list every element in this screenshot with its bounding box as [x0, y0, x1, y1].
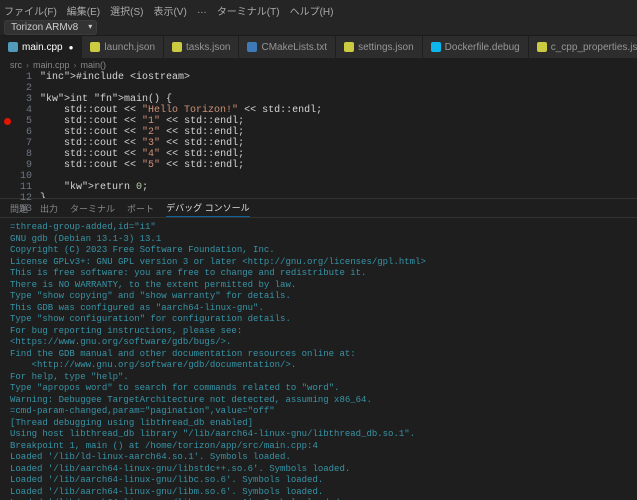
console-line: License GPLv3+: GNU GPL version 3 or lat… — [10, 257, 627, 269]
chevron-right-icon: › — [74, 60, 77, 70]
tab-launch-json[interactable]: launch.json — [82, 36, 164, 58]
tab-label: tasks.json — [186, 42, 230, 53]
code-line[interactable]: std::cout << "4" << std::endl; — [40, 149, 637, 160]
breadcrumb: src › main.cpp › main() — [0, 58, 637, 72]
panel-tab-4[interactable]: デバッグ コンソール — [166, 201, 250, 217]
code-line[interactable]: std::cout << "2" << std::endl; — [40, 127, 637, 138]
breadcrumb-segment[interactable]: src — [10, 60, 22, 70]
json-file-icon — [344, 42, 354, 52]
tab-main-cpp[interactable]: main.cpp ● — [0, 36, 82, 58]
line-number[interactable]: 13 — [0, 204, 32, 215]
console-line: Warning: Debuggee TargetArchitecture not… — [10, 395, 627, 407]
tab-label: Dockerfile.debug — [445, 42, 520, 53]
console-line: <http://www.gnu.org/software/gdb/documen… — [10, 360, 627, 372]
gutter: 12345678910111213 — [0, 72, 40, 198]
console-line: Type "apropos word" to search for comman… — [10, 383, 627, 395]
console-line: Find the GDB manual and other documentat… — [10, 349, 627, 361]
code-line[interactable] — [40, 83, 637, 94]
line-number[interactable]: 3 — [0, 94, 32, 105]
menu-item[interactable]: 編集(E) — [67, 3, 100, 18]
menu-item[interactable]: … — [197, 5, 207, 16]
debug-console[interactable]: =thread-group-added,id="i1"GNU gdb (Debi… — [0, 218, 637, 500]
breadcrumb-segment[interactable]: main.cpp — [33, 60, 70, 70]
chevron-right-icon: › — [26, 60, 29, 70]
tab-label: settings.json — [358, 42, 414, 53]
line-number[interactable]: 9 — [0, 160, 32, 171]
breakpoint-icon[interactable] — [4, 118, 11, 125]
menu-item[interactable]: ターミナル(T) — [217, 3, 280, 18]
code-line[interactable]: "kw">int "fn">main() { — [40, 94, 637, 105]
console-line: This GDB was configured as "aarch64-linu… — [10, 303, 627, 315]
panel-tab-1[interactable]: 出力 — [40, 202, 58, 217]
console-line: =thread-group-added,id="i1" — [10, 222, 627, 234]
cmake-file-icon — [247, 42, 257, 52]
console-line: For help, type "help". — [10, 372, 627, 384]
line-number[interactable]: 11 — [0, 182, 32, 193]
console-line: There is NO WARRANTY, to the extent perm… — [10, 280, 627, 292]
code-line[interactable]: std::cout << "Hello Torizon!" << std::en… — [40, 105, 637, 116]
panel-tab-2[interactable]: ターミナル — [70, 202, 115, 217]
console-line: Breakpoint 1, main () at /home/torizon/a… — [10, 441, 627, 453]
console-line: This is free software: you are free to c… — [10, 268, 627, 280]
console-line: Loaded '/lib/aarch64-linux-gnu/libstdc++… — [10, 464, 627, 476]
json-file-icon — [172, 42, 182, 52]
code-line[interactable]: "inc">#include <iostream> — [40, 72, 637, 83]
console-line: Loaded '/lib/aarch64-linux-gnu/libm.so.6… — [10, 487, 627, 499]
console-line: <https://www.gnu.org/software/gdb/bugs/>… — [10, 337, 627, 349]
breadcrumb-segment[interactable]: main() — [81, 60, 107, 70]
console-line: [Thread debugging using libthread_db ena… — [10, 418, 627, 430]
tab-CMakeLists-txt[interactable]: CMakeLists.txt — [239, 36, 336, 58]
console-line: GNU gdb (Debian 13.1-3) 13.1 — [10, 234, 627, 246]
tab-label: main.cpp — [22, 42, 63, 53]
tab-Dockerfile-debug[interactable]: Dockerfile.debug — [423, 36, 529, 58]
line-number[interactable]: 4 — [0, 105, 32, 116]
code-body[interactable]: "inc">#include <iostream> "kw">int "fn">m… — [40, 72, 637, 198]
tab-tasks-json[interactable]: tasks.json — [164, 36, 239, 58]
tab-label: CMakeLists.txt — [261, 42, 327, 53]
code-line[interactable]: std::cout << "3" << std::endl; — [40, 138, 637, 149]
line-number[interactable]: 2 — [0, 83, 32, 94]
line-number[interactable]: 7 — [0, 138, 32, 149]
line-number[interactable]: 1 — [0, 72, 32, 83]
panel-tab-3[interactable]: ポート — [127, 202, 154, 217]
line-number[interactable]: 8 — [0, 149, 32, 160]
menu-item[interactable]: ファイル(F) — [4, 3, 57, 18]
code-line[interactable]: "kw">return 0; — [40, 182, 637, 193]
panel-tabs: 問題出力ターミナルポートデバッグ コンソール — [0, 198, 637, 218]
code-line[interactable] — [40, 171, 637, 182]
tab-label: c_cpp_properties.json — [551, 42, 637, 53]
device-label: Torizon ARMv8 — [11, 22, 78, 33]
line-number[interactable]: 6 — [0, 127, 32, 138]
dirty-dot-icon: ● — [69, 43, 74, 52]
console-line: Type "show copying" and "show warranty" … — [10, 291, 627, 303]
console-line: Loaded '/lib/ld-linux-aarch64.so.1'. Sym… — [10, 452, 627, 464]
json-file-icon — [537, 42, 547, 52]
json-file-icon — [90, 42, 100, 52]
console-line: For bug reporting instructions, please s… — [10, 326, 627, 338]
tab-label: launch.json — [104, 42, 155, 53]
console-line: Copyright (C) 2023 Free Software Foundat… — [10, 245, 627, 257]
menu-bar: ファイル(F) 編集(E) 選択(S) 表示(V) … ターミナル(T) ヘルプ(H) — [0, 0, 637, 20]
line-number[interactable]: 12 — [0, 193, 32, 204]
code-line[interactable]: std::cout << "1" << std::endl; — [40, 116, 637, 127]
menu-item[interactable]: 表示(V) — [153, 3, 186, 18]
docker-file-icon — [431, 42, 441, 52]
editor-tabs: main.cpp ● launch.json tasks.json CMakeLists… — [0, 36, 637, 58]
device-select[interactable]: Torizon ARMv8 ▾ — [4, 20, 97, 35]
device-strip: Torizon ARMv8 ▾ — [0, 20, 637, 36]
code-line[interactable]: std::cout << "5" << std::endl; — [40, 160, 637, 171]
line-number[interactable]: 10 — [0, 171, 32, 182]
tab-c_cpp_properties-json[interactable]: c_cpp_properties.json — [529, 36, 637, 58]
code-editor[interactable]: 12345678910111213 "inc">#include <iostre… — [0, 72, 637, 198]
menu-item[interactable]: 選択(S) — [110, 3, 143, 18]
console-line: =cmd-param-changed,param="pagination",va… — [10, 406, 627, 418]
chevron-down-icon: ▾ — [88, 22, 92, 31]
cpp-file-icon — [8, 42, 18, 52]
tab-settings-json[interactable]: settings.json — [336, 36, 423, 58]
menu-item[interactable]: ヘルプ(H) — [290, 3, 334, 18]
console-line: Type "show configuration" for configurat… — [10, 314, 627, 326]
console-line: Loaded '/lib/aarch64-linux-gnu/libc.so.6… — [10, 475, 627, 487]
console-line: Using host libthread_db library "/lib/aa… — [10, 429, 627, 441]
